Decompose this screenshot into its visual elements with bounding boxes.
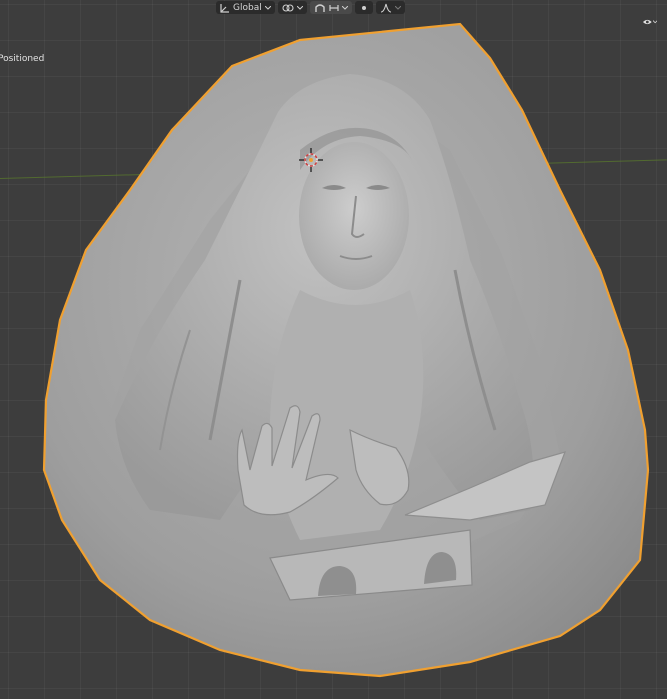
chevron-down-icon bbox=[264, 5, 271, 10]
proportional-edit-icon bbox=[361, 5, 366, 10]
visibility-toggle[interactable] bbox=[643, 16, 657, 28]
transform-orientation-label: Global bbox=[233, 2, 262, 13]
viewport-header: Global bbox=[216, 0, 405, 15]
falloff-dropdown[interactable] bbox=[375, 1, 405, 14]
snap-target-icon bbox=[329, 4, 339, 11]
chevron-down-icon bbox=[341, 5, 348, 10]
pivot-point-dropdown[interactable] bbox=[277, 1, 307, 14]
pivot-icon bbox=[282, 3, 294, 12]
chevron-down-icon bbox=[652, 20, 657, 24]
proportional-edit-toggle[interactable] bbox=[354, 1, 373, 14]
relief-mesh[interactable] bbox=[0, 0, 667, 699]
operator-status-text: Positioned bbox=[0, 54, 45, 64]
3d-viewport[interactable]: Global Positioned bbox=[0, 0, 667, 699]
snap-icon bbox=[315, 3, 325, 12]
eye-icon bbox=[643, 19, 652, 25]
transform-orientation-dropdown[interactable]: Global bbox=[216, 1, 275, 14]
snap-toggle[interactable] bbox=[309, 1, 352, 14]
falloff-icon bbox=[380, 3, 391, 13]
chevron-down-icon bbox=[394, 5, 401, 10]
transform-orientation-icon bbox=[220, 3, 229, 13]
chevron-down-icon bbox=[296, 5, 303, 10]
